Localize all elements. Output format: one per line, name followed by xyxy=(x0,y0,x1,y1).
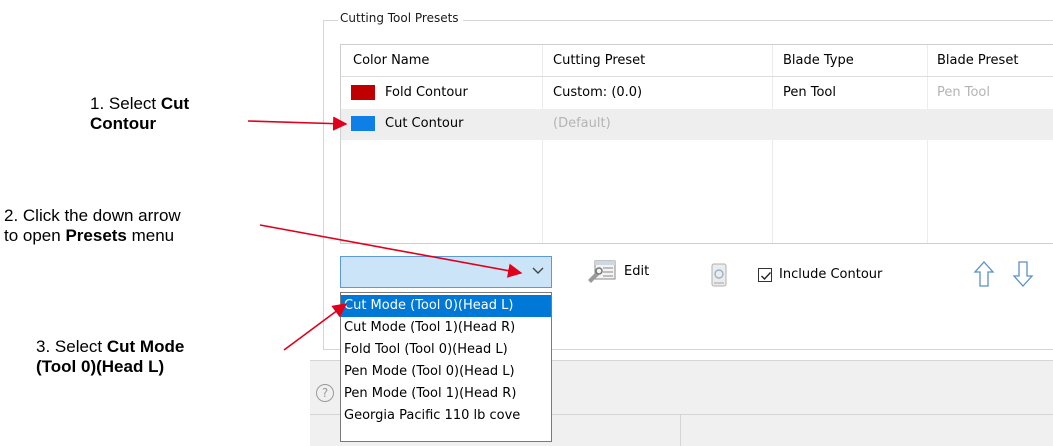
help-icon[interactable]: ? xyxy=(316,384,334,402)
blade-preset-cell: Pen Tool xyxy=(937,85,990,100)
color-name-cell: Cut Contour xyxy=(385,116,464,131)
include-contour-checkbox[interactable] xyxy=(758,268,772,282)
instruction-step-1: 1. Select Cut Contour xyxy=(90,94,190,133)
group-title: Cutting Tool Presets xyxy=(338,11,463,25)
header-blade-type[interactable]: Blade Type xyxy=(783,53,854,68)
cutting-preset-cell: (Default) xyxy=(553,116,611,131)
dropdown-option[interactable]: Pen Mode (Tool 0)(Head L) xyxy=(341,361,551,383)
presets-combobox[interactable] xyxy=(340,256,552,288)
header-cutting-preset[interactable]: Cutting Preset xyxy=(553,53,645,68)
cutting-preset-cell: Custom: (0.0) xyxy=(553,85,643,100)
edit-button-label: Edit xyxy=(624,264,650,279)
presets-table: Color Name Cutting Preset Blade Type Bla… xyxy=(340,44,1053,244)
dropdown-option[interactable]: Cut Mode (Tool 0)(Head L) xyxy=(341,295,551,317)
chevron-down-icon[interactable] xyxy=(531,263,545,281)
header-color-name[interactable]: Color Name xyxy=(353,53,429,68)
table-row[interactable]: Fold Contour Custom: (0.0) Pen Tool Pen … xyxy=(341,78,1053,109)
table-row-selected[interactable]: Cut Contour (Default) xyxy=(341,109,1053,140)
color-name-cell: Fold Contour xyxy=(385,85,468,100)
dropdown-option[interactable]: Fold Tool (Tool 0)(Head L) xyxy=(341,339,551,361)
divider xyxy=(680,414,681,446)
arrow-down-icon[interactable] xyxy=(1012,260,1034,292)
arrow-up-icon[interactable] xyxy=(973,260,995,292)
header-blade-preset[interactable]: Blade Preset xyxy=(937,53,1018,68)
recycle-bin-icon[interactable] xyxy=(711,262,727,292)
instruction-step-3: 3. Select Cut Mode (Tool 0)(Head L) xyxy=(36,337,185,376)
dropdown-option[interactable]: Georgia Pacific 110 lb cove xyxy=(341,405,551,427)
blade-type-cell: Pen Tool xyxy=(783,85,836,100)
dropdown-option[interactable]: Pen Mode (Tool 1)(Head R) xyxy=(341,383,551,405)
table-header: Color Name Cutting Preset Blade Type Bla… xyxy=(341,45,1053,77)
edit-settings-icon xyxy=(586,258,616,288)
presets-dropdown-list[interactable]: Cut Mode (Tool 0)(Head L) Cut Mode (Tool… xyxy=(340,292,552,442)
dropdown-option[interactable]: Cut Mode (Tool 1)(Head R) xyxy=(341,317,551,339)
color-swatch xyxy=(351,85,375,100)
include-contour-label[interactable]: Include Contour xyxy=(779,267,882,282)
instruction-step-2: 2. Click the down arrow to open Presets … xyxy=(4,206,181,245)
color-swatch xyxy=(351,116,375,131)
